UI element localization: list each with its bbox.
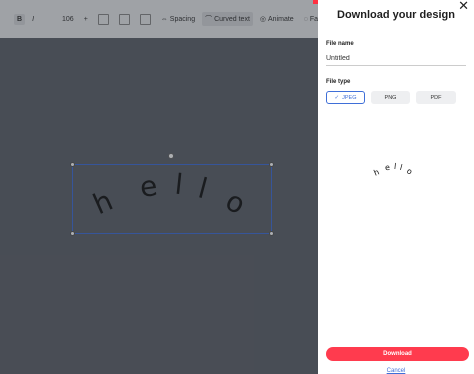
download-panel: ✕ Download your design File name File ty…: [318, 0, 474, 374]
file-type-pdf[interactable]: PDF: [416, 91, 456, 104]
file-type-label: File type: [326, 79, 351, 85]
check-icon: ✓: [334, 94, 340, 101]
preview-letter: l: [398, 162, 404, 173]
design-preview: h e l l o: [368, 160, 428, 184]
preview-letter: e: [384, 162, 391, 173]
file-type-label-pdf: PDF: [430, 94, 442, 101]
file-type-png[interactable]: PNG: [371, 91, 410, 104]
preview-letter: o: [405, 166, 414, 177]
preview-letter: h: [372, 167, 381, 178]
modal-overlay[interactable]: [0, 0, 318, 374]
file-type-jpeg[interactable]: ✓ JPEG: [326, 91, 365, 104]
editor-area: B I 106 + ⇔ Spacing ⌒ Curved text ◎ Animate…: [0, 0, 332, 374]
preview-letter: l: [393, 161, 397, 172]
file-name-input[interactable]: [326, 52, 466, 66]
file-type-label-jpeg: JPEG: [342, 94, 357, 101]
cancel-link[interactable]: Cancel: [318, 368, 474, 374]
file-name-label: File name: [326, 41, 354, 47]
panel-title: Download your design: [337, 9, 455, 21]
download-button[interactable]: Download: [326, 347, 469, 361]
file-type-label-png: PNG: [384, 94, 397, 101]
